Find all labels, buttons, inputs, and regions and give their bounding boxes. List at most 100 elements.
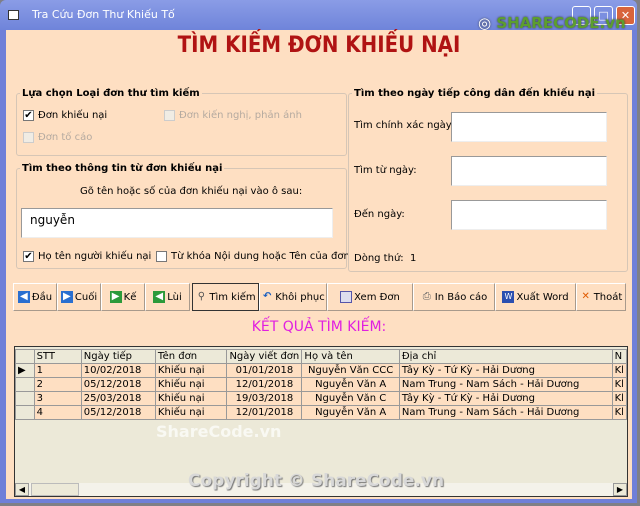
cell: 3: [33, 391, 82, 406]
cell: Nguyễn Văn CCC: [301, 363, 400, 378]
window: Tra Cứu Đơn Thư Khiếu Tố _ □ ✕ ◎ SHARECO…: [0, 0, 637, 503]
cell: Nguyễn Văn C: [301, 391, 400, 406]
window-title: Tra Cứu Đơn Thư Khiếu Tố: [32, 8, 175, 21]
restore-button[interactable]: ↶ Khôi phục: [259, 283, 327, 311]
table-row[interactable]: 2 05/12/2018 Khiếu nại 12/01/2018 Nguyễn Văn…: [15, 377, 627, 392]
type-group: Lựa chọn Loại đơn thư tìm kiếm: [16, 88, 347, 156]
column-header[interactable]: Tên đơn: [154, 349, 228, 364]
to-date-label: Đến ngày:: [354, 209, 405, 220]
cell: Khiếu nại: [154, 377, 228, 392]
row-indicator: Dòng thứ: 1: [354, 253, 417, 264]
search-button[interactable]: ⚲ Tìm kiếm: [192, 283, 259, 311]
undo-icon: ↶: [263, 291, 272, 302]
prev-icon: ◀: [153, 291, 166, 303]
selector-header: [15, 349, 35, 364]
exit-button[interactable]: ✕ Thoát: [576, 283, 626, 311]
exact-date-label: Tìm chính xác ngày:: [354, 120, 455, 131]
export-word-button[interactable]: W Xuất Word: [495, 283, 576, 311]
cell: 05/12/2018: [80, 377, 156, 392]
checkbox-label: Đơn tố cáo: [38, 132, 93, 143]
cell: Kl: [611, 377, 627, 392]
checkbox-don-khieu-nai[interactable]: ✔: [23, 110, 34, 121]
table-row[interactable]: 3 25/03/2018 Khiếu nại 19/03/2018 Nguyễn Văn…: [15, 391, 627, 406]
magnifier-icon: ⚲: [197, 291, 206, 302]
column-header[interactable]: Địa chỉ: [398, 349, 613, 364]
cell: Nam Trung - Nam Sách - Hải Dương: [398, 405, 613, 420]
checkbox-label: Từ khóa Nội dung hoặc Tên của đơn: [171, 251, 350, 262]
cell: Khiếu nại: [154, 391, 228, 406]
from-date-label: Tìm từ ngày:: [354, 165, 417, 176]
search-input[interactable]: nguyễn: [21, 208, 333, 238]
cell: Nguyễn Văn A: [301, 377, 400, 392]
view-document-icon: [340, 291, 353, 303]
checkbox-don-kien-nghi[interactable]: [164, 110, 175, 121]
row-selector[interactable]: [15, 391, 35, 406]
view-button[interactable]: Xem Đơn: [327, 283, 413, 311]
cell: Tây Kỳ - Tứ Kỳ - Hải Dương: [398, 363, 613, 378]
first-button[interactable]: ◀ Đầu: [13, 283, 57, 311]
table-row[interactable]: 4 05/12/2018 Khiếu nại 12/01/2018 Nguyễn Văn…: [15, 405, 627, 420]
watermark: ShareCode.vn: [156, 422, 282, 441]
next-button[interactable]: ▶ Kế: [101, 283, 145, 311]
scroll-left-icon[interactable]: ◀: [15, 483, 29, 496]
column-header[interactable]: Họ và tên: [301, 349, 400, 364]
date-group-legend: Tìm theo ngày tiếp công dân đến khiếu nạ…: [354, 88, 596, 99]
cell: 12/01/2018: [226, 405, 303, 420]
checkbox-label: Đơn kiến nghị, phản ánh: [179, 110, 302, 121]
printer-icon: ⎙: [422, 291, 431, 302]
next-icon: ▶: [109, 291, 122, 303]
checkbox-tu-khoa[interactable]: [156, 251, 167, 262]
cell: Khiếu nại: [154, 363, 228, 378]
cell: 19/03/2018: [226, 391, 303, 406]
prev-button[interactable]: ◀ Lùi: [145, 283, 190, 311]
title-bar[interactable]: Tra Cứu Đơn Thư Khiếu Tố _ □ ✕ ◎ SHARECO…: [0, 0, 637, 32]
table-row[interactable]: ▶ 1 10/02/2018 Khiếu nại 01/01/2018 Nguyễn V…: [15, 363, 627, 378]
from-date-input[interactable]: [451, 156, 607, 186]
scroll-thumb[interactable]: [31, 483, 79, 496]
cell: Nguyễn Văn A: [301, 405, 400, 420]
cell: Khiếu nại: [154, 405, 228, 420]
checkbox-don-to-cao[interactable]: [23, 132, 34, 143]
cell: 12/01/2018: [226, 377, 303, 392]
close-x-icon: ✕: [581, 291, 590, 302]
form-body: TÌM KIẾM ĐƠN KHIẾU NẠI Lựa chọn Loại đơn…: [6, 30, 632, 499]
cell: 05/12/2018: [80, 405, 156, 420]
column-header[interactable]: STT: [33, 349, 82, 364]
cell: 25/03/2018: [80, 391, 156, 406]
cell: 2: [33, 377, 82, 392]
search-hint: Gõ tên hoặc số của đơn khiếu nại vào ô s…: [80, 186, 303, 197]
info-group-legend: Tìm theo thông tin từ đơn khiếu nại: [22, 163, 223, 174]
exact-date-input[interactable]: [451, 112, 607, 142]
cell: 01/01/2018: [226, 363, 303, 378]
type-group-legend: Lựa chọn Loại đơn thư tìm kiếm: [22, 88, 200, 99]
grid-header: STT Ngày tiếp Tên đơn Ngày viết đơn Họ v…: [15, 349, 627, 364]
cell: 10/02/2018: [80, 363, 156, 378]
to-date-input[interactable]: [451, 200, 607, 230]
current-row-icon: ▶: [15, 363, 35, 378]
word-icon: W: [502, 291, 515, 303]
row-selector[interactable]: [15, 377, 35, 392]
scroll-right-icon[interactable]: ▶: [613, 483, 627, 496]
print-button[interactable]: ⎙ In Báo cáo: [413, 283, 495, 311]
app-icon: [8, 10, 19, 20]
checkbox-ho-ten[interactable]: ✔: [23, 251, 34, 262]
cell: Tây Kỳ - Tứ Kỳ - Hải Dương: [398, 391, 613, 406]
first-icon: ◀: [17, 291, 30, 303]
row-selector[interactable]: [15, 405, 35, 420]
checkbox-label: Họ tên người khiếu nại: [38, 251, 152, 262]
column-header[interactable]: Ngày tiếp: [80, 349, 156, 364]
column-header[interactable]: Ngày viết đơn: [226, 349, 303, 364]
cell: Kl: [611, 391, 627, 406]
copyright-watermark: Copyright © ShareCode.vn: [188, 471, 445, 491]
page-title: TÌM KIẾM ĐƠN KHIẾU NẠI: [177, 33, 461, 58]
last-button[interactable]: ▶ Cuối: [57, 283, 101, 311]
column-header[interactable]: N: [611, 349, 627, 364]
cell: 1: [33, 363, 82, 378]
last-icon: ▶: [60, 291, 73, 303]
results-title: KẾT QUẢ TÌM KIẾM:: [251, 319, 387, 335]
cell: Kl: [611, 363, 627, 378]
cell: 4: [33, 405, 82, 420]
cell: Kl: [611, 405, 627, 420]
checkbox-label: Đơn khiếu nại: [38, 110, 108, 121]
cell: Nam Trung - Nam Sách - Hải Dương: [398, 377, 613, 392]
